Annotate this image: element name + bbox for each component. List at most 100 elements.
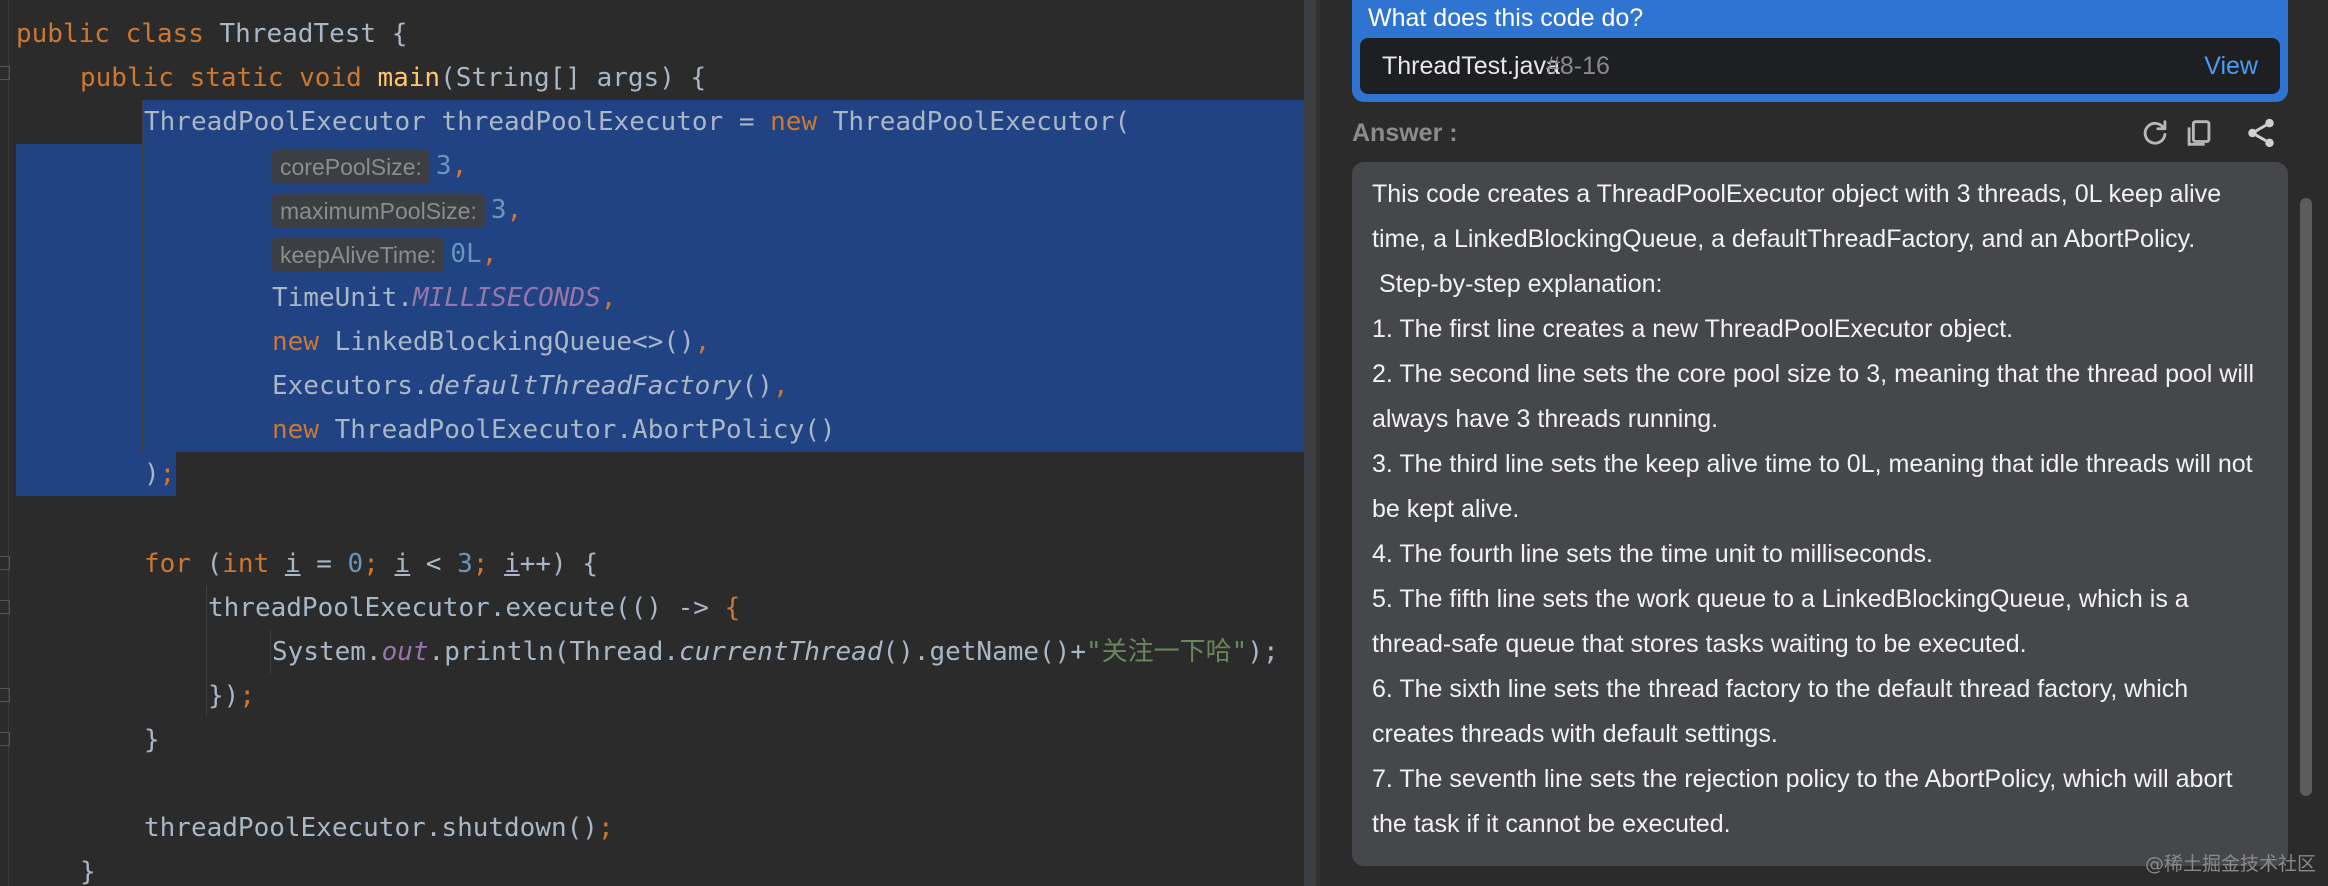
code-line: threadPoolExecutor.execute(() -> {: [208, 586, 740, 630]
answer-paragraph: 6. The sixth line sets the thread factor…: [1372, 675, 2189, 748]
static-field: out: [381, 637, 429, 667]
static-constant: MILLISECONDS: [412, 283, 601, 313]
loop-variable: i: [394, 549, 411, 579]
view-link[interactable]: View: [2204, 38, 2258, 94]
increment: ++) {: [519, 549, 599, 579]
indent-guide: [206, 586, 207, 716]
code-line: public static void main(String[] args) {: [80, 56, 706, 100]
parameter-hint: maximumPoolSize:: [272, 193, 485, 228]
comma: ,: [694, 327, 711, 357]
comma: ,: [600, 283, 617, 313]
fold-marker-icon[interactable]: [0, 688, 10, 702]
keyword: new: [272, 415, 319, 445]
constructor-call: ThreadPoolExecutor.AbortPolicy(): [334, 415, 836, 445]
indent-guide: [270, 630, 271, 674]
copy-icon[interactable]: [2182, 116, 2216, 150]
answer-paragraph: 3. The third line sets the keep alive ti…: [1372, 450, 2253, 523]
refresh-icon[interactable]: [2138, 116, 2172, 150]
comma: ,: [506, 195, 523, 225]
indent-guide: [142, 100, 143, 452]
ai-chat-panel: What does this code do? ThreadTest.java …: [1316, 0, 2328, 886]
question-text: What does this code do?: [1368, 4, 1644, 32]
keyword: public: [16, 19, 110, 49]
file-name: ThreadTest.java: [1382, 52, 1560, 80]
number-literal: 3: [435, 151, 452, 181]
constructor-call: ThreadPoolExecutor(: [832, 107, 1131, 137]
code-line: threadPoolExecutor.shutdown();: [144, 806, 614, 850]
class-ref: System.: [272, 637, 382, 667]
code-line: }: [80, 850, 96, 886]
semicolon: ;: [363, 549, 379, 579]
code-line: System.out.println(Thread.currentThread(…: [272, 630, 1279, 674]
brace: {: [724, 593, 741, 623]
fold-marker-icon[interactable]: [0, 732, 10, 746]
brace: {: [391, 19, 408, 49]
method-args: (String[] args) {: [440, 63, 707, 93]
close-brace: }): [208, 681, 240, 711]
code-line: new LinkedBlockingQueue<>(),: [272, 320, 710, 364]
code-line: keepAliveTime: 0L,: [272, 232, 497, 276]
keyword: public: [80, 63, 174, 93]
method-call: threadPoolExecutor.execute(() ->: [208, 593, 725, 623]
answer-paragraph: 7. The seventh line sets the rejection p…: [1372, 765, 2233, 838]
close-brace: }: [80, 857, 96, 886]
comma: ,: [451, 151, 468, 181]
semicolon: ;: [597, 813, 614, 843]
method-call: .println(Thread.: [428, 637, 679, 667]
number-literal: 3: [457, 549, 473, 579]
keyword: for: [144, 549, 191, 579]
loop-variable: i: [504, 549, 520, 579]
keyword: class: [125, 19, 204, 49]
parameter-hint: keepAliveTime:: [272, 237, 445, 272]
code-line: public class ThreadTest {: [16, 12, 407, 56]
share-icon[interactable]: [2244, 116, 2278, 150]
keyword: new: [770, 107, 818, 137]
answer-paragraph: 4. The fourth line sets the time unit to…: [1372, 540, 1933, 568]
keyword: int: [222, 549, 270, 579]
keyword: static: [189, 63, 284, 93]
number-literal: 0L: [450, 239, 482, 269]
method-name: main: [377, 63, 441, 93]
fold-marker-icon[interactable]: [0, 556, 10, 570]
line-range: #8-16: [1546, 52, 1610, 80]
code-editor[interactable]: public class ThreadTest { public static …: [0, 0, 1316, 886]
semicolon: ;: [239, 681, 255, 711]
paren: (: [206, 549, 223, 579]
gutter-divider: [8, 0, 9, 886]
string-literal: "关注一下哈": [1086, 637, 1248, 667]
keyword: new: [272, 327, 319, 357]
code-line: TimeUnit.MILLISECONDS,: [272, 276, 616, 320]
class-name: ThreadTest: [219, 19, 377, 49]
fold-marker-icon[interactable]: [0, 66, 10, 80]
static-method: defaultThreadFactory: [428, 371, 742, 401]
answer-paragraph: 1. The first line creates a new ThreadPo…: [1372, 315, 2014, 343]
code-line: new ThreadPoolExecutor.AbortPolicy(): [272, 408, 836, 452]
comma: ,: [772, 371, 789, 401]
question-card: What does this code do? ThreadTest.java …: [1352, 0, 2288, 102]
answer-box: This code creates a ThreadPoolExecutor o…: [1352, 162, 2288, 866]
number-literal: 3: [490, 195, 507, 225]
panel-divider[interactable]: [1316, 0, 1320, 886]
static-method: currentThread: [679, 637, 883, 667]
code-line: maximumPoolSize: 3,: [272, 188, 522, 232]
fold-marker-icon[interactable]: [0, 600, 10, 614]
answer-text: This code creates a ThreadPoolExecutor o…: [1372, 172, 2272, 847]
answer-paragraph: This code creates a ThreadPoolExecutor o…: [1372, 180, 2222, 253]
keyword: void: [299, 63, 362, 93]
code-line: ThreadPoolExecutor threadPoolExecutor = …: [144, 100, 1130, 144]
declaration: ThreadPoolExecutor threadPoolExecutor =: [144, 107, 771, 137]
class-ref: Executors.: [272, 371, 429, 401]
watermark: @稀土掘金技术社区: [2144, 853, 2316, 875]
code-line: for (int i = 0; i < 3; i++) {: [144, 542, 598, 586]
method-call: ().getName()+: [882, 637, 1087, 667]
answer-paragraph: 5. The fifth line sets the work queue to…: [1372, 585, 2189, 658]
loop-variable: i: [284, 549, 301, 579]
answer-label: Answer :: [1352, 119, 1458, 147]
answer-paragraph: Step-by-step explanation:: [1372, 270, 1663, 298]
number-literal: 0: [347, 549, 364, 579]
editor-scrollbar[interactable]: [1304, 0, 1316, 886]
comma: ,: [481, 239, 498, 269]
panel-scrollbar[interactable]: [2300, 198, 2312, 796]
operator: =: [300, 549, 348, 579]
code-line: Executors.defaultThreadFactory(),: [272, 364, 789, 408]
